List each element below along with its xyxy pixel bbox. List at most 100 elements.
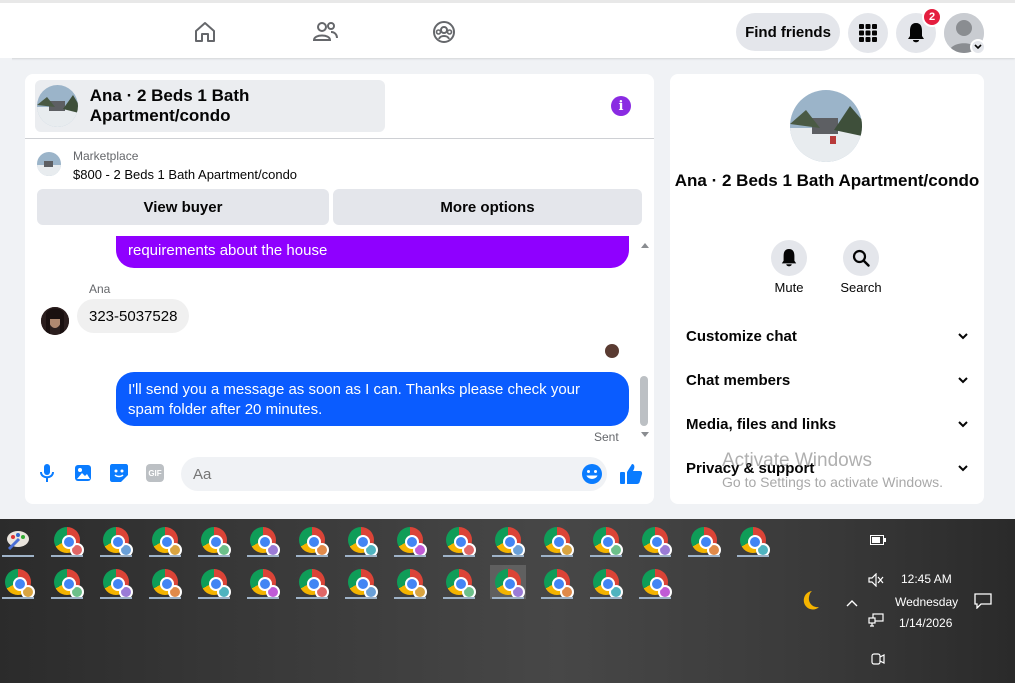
gif-label: GIF <box>146 464 164 482</box>
windows-taskbar: 12:45 AM Wednesday 1/14/2026 <box>0 519 1015 683</box>
sender-name: Ana <box>89 282 111 296</box>
chrome-window-icon[interactable] <box>147 523 183 557</box>
more-options-button[interactable]: More options <box>333 189 642 225</box>
emoji-icon[interactable] <box>581 463 603 485</box>
menu-label: Chat members <box>686 371 791 389</box>
chrome-window-icon[interactable] <box>637 565 673 599</box>
photo-icon[interactable] <box>72 462 94 484</box>
info-icon[interactable]: i <box>611 96 631 116</box>
sender-avatar[interactable] <box>41 307 69 335</box>
sticker-icon[interactable] <box>108 462 130 484</box>
mute-button[interactable] <box>771 240 807 276</box>
chrome-window-icon[interactable] <box>245 565 281 599</box>
chrome-window-icon[interactable] <box>98 565 134 599</box>
chrome-window-icon[interactable] <box>245 523 281 557</box>
notification-badge: 2 <box>922 7 942 27</box>
chevron-down-icon <box>958 376 968 383</box>
clock-date[interactable]: 1/14/2026 <box>899 616 952 630</box>
menu-customize-chat[interactable]: Customize chat <box>686 324 968 348</box>
chevron-down-icon <box>958 420 968 427</box>
chrome-window-icon[interactable] <box>441 565 477 599</box>
seen-indicator-avatar <box>605 344 619 358</box>
chrome-window-icon[interactable] <box>441 523 477 557</box>
listing-thumbnail <box>37 85 78 127</box>
profile-name: Ana · 2 Beds 1 Bath Apartment/condo <box>674 171 980 190</box>
scroll-up-arrow-icon[interactable] <box>640 240 650 250</box>
notifications-button[interactable]: 2 <box>896 7 942 53</box>
message-input[interactable] <box>181 457 607 491</box>
top-navigation: Find friends 2 <box>0 0 1015 58</box>
chrome-window-icon[interactable] <box>686 523 722 557</box>
friends-icon[interactable] <box>310 17 340 47</box>
battery-icon[interactable] <box>870 533 886 548</box>
home-icon[interactable] <box>190 17 220 47</box>
menu-media-files-links[interactable]: Media, files and links <box>686 412 968 436</box>
chrome-window-icon[interactable] <box>539 565 575 599</box>
chrome-window-icon[interactable] <box>294 523 330 557</box>
clock-time[interactable]: 12:45 AM <box>901 572 952 586</box>
chrome-window-icon[interactable] <box>490 565 526 599</box>
microphone-icon[interactable] <box>36 462 58 484</box>
chrome-window-icon[interactable] <box>392 565 428 599</box>
chrome-window-icon[interactable] <box>539 523 575 557</box>
mute-label: Mute <box>774 280 804 295</box>
menu-label: Customize chat <box>686 327 797 345</box>
chrome-window-icon[interactable] <box>49 523 85 557</box>
search-label: Search <box>840 280 882 295</box>
search-icon <box>852 249 870 267</box>
menu-chat-members[interactable]: Chat members <box>686 368 968 392</box>
chevron-down-icon <box>958 464 968 471</box>
chevron-down-icon[interactable] <box>970 39 986 55</box>
action-center-icon[interactable] <box>974 593 992 612</box>
marketplace-label: Marketplace <box>73 149 139 163</box>
chrome-window-icon[interactable] <box>588 565 624 599</box>
gif-icon[interactable]: GIF <box>144 462 166 484</box>
activate-windows-subtitle: Go to Settings to activate Windows. <box>722 474 943 490</box>
chevron-up-icon[interactable] <box>846 595 858 610</box>
view-buyer-button[interactable]: View buyer <box>37 189 329 225</box>
scroll-down-arrow-icon[interactable] <box>640 430 650 440</box>
listing-title[interactable]: $800 - 2 Beds 1 Bath Apartment/condo <box>73 167 297 182</box>
chrome-window-icon[interactable] <box>490 523 526 557</box>
chrome-window-icon[interactable] <box>343 523 379 557</box>
network-icon[interactable] <box>868 613 884 630</box>
left-edge <box>0 58 12 518</box>
chrome-window-icon[interactable] <box>98 523 134 557</box>
chat-header[interactable]: Ana · 2 Beds 1 Bath Apartment/condo <box>35 80 385 132</box>
chrome-window-icon[interactable] <box>588 523 624 557</box>
menu-label: Media, files and links <box>686 415 837 433</box>
paint-app-icon[interactable] <box>0 523 36 557</box>
moon-weather-icon[interactable] <box>797 589 821 616</box>
chrome-window-icon[interactable] <box>196 523 232 557</box>
volume-muted-icon[interactable] <box>868 572 884 590</box>
find-friends-button[interactable]: Find friends <box>736 13 840 51</box>
chrome-window-icon[interactable] <box>0 565 36 599</box>
message-bubble-incoming: 323-5037528 <box>77 299 190 333</box>
message-list[interactable]: requirements about the house Ana 323-503… <box>25 236 654 446</box>
activate-windows-title: Activate Windows <box>722 450 872 471</box>
search-button[interactable] <box>843 240 879 276</box>
chrome-window-icon[interactable] <box>196 565 232 599</box>
chrome-window-icon[interactable] <box>637 523 673 557</box>
like-thumbs-up-icon[interactable] <box>619 462 643 486</box>
chrome-window-icon[interactable] <box>343 565 379 599</box>
bell-icon <box>781 249 797 267</box>
marketplace-thumbnail <box>37 152 61 176</box>
chevron-down-icon <box>958 332 968 339</box>
menu-grid-icon[interactable] <box>848 13 888 53</box>
chat-title: Ana · 2 Beds 1 Bath Apartment/condo <box>89 86 250 125</box>
clock-day[interactable]: Wednesday <box>895 595 958 609</box>
chrome-window-icon[interactable] <box>392 523 428 557</box>
chrome-window-icon[interactable] <box>147 565 183 599</box>
chrome-window-icon[interactable] <box>735 523 771 557</box>
groups-icon[interactable] <box>429 17 459 47</box>
chrome-window-icon[interactable] <box>294 565 330 599</box>
scrollbar-thumb[interactable] <box>640 376 648 426</box>
sent-status: Sent <box>594 430 619 444</box>
meet-now-icon[interactable] <box>870 651 886 670</box>
chrome-window-icon[interactable] <box>49 565 85 599</box>
chat-panel: Ana · 2 Beds 1 Bath Apartment/condo i Ma… <box>25 74 654 504</box>
profile-picture[interactable] <box>790 90 862 162</box>
message-bubble-outgoing: requirements about the house <box>116 236 629 268</box>
chat-info-panel: Ana · 2 Beds 1 Bath Apartment/condo Mute… <box>670 74 984 504</box>
